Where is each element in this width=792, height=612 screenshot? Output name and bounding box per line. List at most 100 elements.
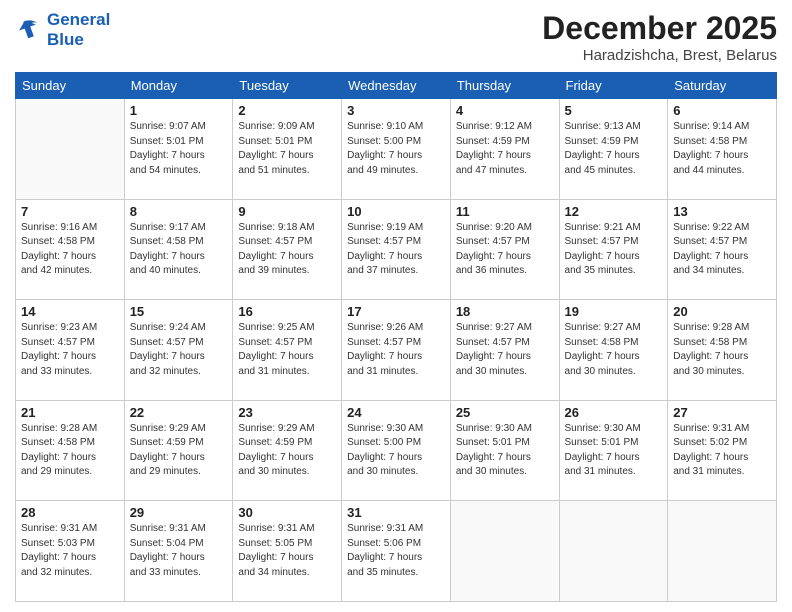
calendar-table: Sunday Monday Tuesday Wednesday Thursday…	[15, 72, 777, 602]
day-info: Sunrise: 9:13 AMSunset: 4:59 PMDaylight:…	[565, 120, 663, 178]
month-title: December 2025	[542, 10, 777, 47]
day-number: 18	[456, 304, 554, 319]
table-cell: 30 Sunrise: 9:31 AMSunset: 5:05 PMDayligh…	[233, 501, 342, 602]
table-cell: 27 Sunrise: 9:31 AMSunset: 5:02 PMDayligh…	[668, 400, 777, 501]
table-cell: 20 Sunrise: 9:28 AMSunset: 4:58 PMDayligh…	[668, 300, 777, 401]
location-subtitle: Haradzishcha, Brest, Belarus	[542, 47, 777, 64]
day-info: Sunrise: 9:29 AMSunset: 4:59 PMDaylight:…	[238, 422, 336, 480]
day-number: 28	[21, 505, 119, 520]
day-info: Sunrise: 9:14 AMSunset: 4:58 PMDaylight:…	[673, 120, 771, 178]
week-row-1: 1Sunrise: 9:07 AMSunset: 5:01 PMDaylight…	[16, 99, 777, 200]
day-number: 21	[21, 405, 119, 420]
day-info: Sunrise: 9:17 AMSunset: 4:58 PMDaylight:…	[130, 221, 228, 279]
header-friday: Friday	[559, 73, 668, 99]
table-cell: 16 Sunrise: 9:25 AMSunset: 4:57 PMDayligh…	[233, 300, 342, 401]
day-number: 10	[347, 204, 445, 219]
day-number: 14	[21, 304, 119, 319]
day-info: Sunrise: 9:26 AMSunset: 4:57 PMDaylight:…	[347, 321, 445, 379]
day-number: 22	[130, 405, 228, 420]
day-number: 30	[238, 505, 336, 520]
day-number: 12	[565, 204, 663, 219]
day-info: Sunrise: 9:12 AMSunset: 4:59 PMDaylight:…	[456, 120, 554, 178]
day-info: Sunrise: 9:30 AMSunset: 5:00 PMDaylight:…	[347, 422, 445, 480]
day-number: 13	[673, 204, 771, 219]
day-info: Sunrise: 9:29 AMSunset: 4:59 PMDaylight:…	[130, 422, 228, 480]
table-cell	[450, 501, 559, 602]
day-number: 23	[238, 405, 336, 420]
day-number: 3	[347, 103, 445, 118]
table-cell: 6 Sunrise: 9:14 AMSunset: 4:58 PMDaylight…	[668, 99, 777, 200]
calendar-header-row: Sunday Monday Tuesday Wednesday Thursday…	[16, 73, 777, 99]
header-wednesday: Wednesday	[342, 73, 451, 99]
table-cell: 9 Sunrise: 9:18 AMSunset: 4:57 PMDaylight…	[233, 199, 342, 300]
title-section: December 2025 Haradzishcha, Brest, Belar…	[542, 10, 777, 64]
day-number: 16	[238, 304, 336, 319]
table-cell: 2 Sunrise: 9:09 AMSunset: 5:01 PMDaylight…	[233, 99, 342, 200]
week-row-4: 21 Sunrise: 9:28 AMSunset: 4:58 PMDayligh…	[16, 400, 777, 501]
table-cell	[16, 99, 125, 200]
day-info: Sunrise: 9:09 AMSunset: 5:01 PMDaylight:…	[238, 120, 336, 178]
table-cell: 21 Sunrise: 9:28 AMSunset: 4:58 PMDayligh…	[16, 400, 125, 501]
day-info: Sunrise: 9:31 AMSunset: 5:02 PMDaylight:…	[673, 422, 771, 480]
table-cell: 25Sunrise: 9:30 AMSunset: 5:01 PMDayligh…	[450, 400, 559, 501]
day-info: Sunrise: 9:07 AMSunset: 5:01 PMDaylight:…	[130, 120, 228, 178]
day-number: 20	[673, 304, 771, 319]
day-number: 31	[347, 505, 445, 520]
day-info: Sunrise: 9:30 AMSunset: 5:01 PMDaylight:…	[565, 422, 663, 480]
table-cell: 11Sunrise: 9:20 AMSunset: 4:57 PMDayligh…	[450, 199, 559, 300]
table-cell: 29Sunrise: 9:31 AMSunset: 5:04 PMDayligh…	[124, 501, 233, 602]
day-number: 7	[21, 204, 119, 219]
day-info: Sunrise: 9:25 AMSunset: 4:57 PMDaylight:…	[238, 321, 336, 379]
table-cell: 1Sunrise: 9:07 AMSunset: 5:01 PMDaylight…	[124, 99, 233, 200]
table-cell: 26Sunrise: 9:30 AMSunset: 5:01 PMDayligh…	[559, 400, 668, 501]
day-info: Sunrise: 9:22 AMSunset: 4:57 PMDaylight:…	[673, 221, 771, 279]
day-number: 2	[238, 103, 336, 118]
day-info: Sunrise: 9:31 AMSunset: 5:03 PMDaylight:…	[21, 522, 119, 580]
day-info: Sunrise: 9:24 AMSunset: 4:57 PMDaylight:…	[130, 321, 228, 379]
week-row-5: 28 Sunrise: 9:31 AMSunset: 5:03 PMDayligh…	[16, 501, 777, 602]
day-info: Sunrise: 9:19 AMSunset: 4:57 PMDaylight:…	[347, 221, 445, 279]
day-number: 15	[130, 304, 228, 319]
day-info: Sunrise: 9:18 AMSunset: 4:57 PMDaylight:…	[238, 221, 336, 279]
day-info: Sunrise: 9:16 AMSunset: 4:58 PMDaylight:…	[21, 221, 119, 279]
day-info: Sunrise: 9:27 AMSunset: 4:58 PMDaylight:…	[565, 321, 663, 379]
day-info: Sunrise: 9:23 AMSunset: 4:57 PMDaylight:…	[21, 321, 119, 379]
day-info: Sunrise: 9:31 AMSunset: 5:05 PMDaylight:…	[238, 522, 336, 580]
table-cell: 4 Sunrise: 9:12 AMSunset: 4:59 PMDaylight…	[450, 99, 559, 200]
table-cell: 10 Sunrise: 9:19 AMSunset: 4:57 PMDayligh…	[342, 199, 451, 300]
logo: General Blue	[15, 10, 110, 49]
day-info: Sunrise: 9:27 AMSunset: 4:57 PMDaylight:…	[456, 321, 554, 379]
table-cell: 7 Sunrise: 9:16 AMSunset: 4:58 PMDaylight…	[16, 199, 125, 300]
day-number: 27	[673, 405, 771, 420]
table-cell: 23 Sunrise: 9:29 AMSunset: 4:59 PMDayligh…	[233, 400, 342, 501]
table-cell	[559, 501, 668, 602]
table-cell: 15 Sunrise: 9:24 AMSunset: 4:57 PMDayligh…	[124, 300, 233, 401]
day-number: 25	[456, 405, 554, 420]
table-cell: 12Sunrise: 9:21 AMSunset: 4:57 PMDayligh…	[559, 199, 668, 300]
day-number: 11	[456, 204, 554, 219]
day-number: 4	[456, 103, 554, 118]
day-info: Sunrise: 9:10 AMSunset: 5:00 PMDaylight:…	[347, 120, 445, 178]
day-number: 9	[238, 204, 336, 219]
day-number: 17	[347, 304, 445, 319]
day-number: 24	[347, 405, 445, 420]
page: General Blue December 2025 Haradzishcha,…	[0, 0, 792, 612]
table-cell: 19Sunrise: 9:27 AMSunset: 4:58 PMDayligh…	[559, 300, 668, 401]
table-cell: 24 Sunrise: 9:30 AMSunset: 5:00 PMDayligh…	[342, 400, 451, 501]
week-row-3: 14 Sunrise: 9:23 AMSunset: 4:57 PMDayligh…	[16, 300, 777, 401]
day-number: 6	[673, 103, 771, 118]
logo-icon	[15, 16, 43, 44]
header-sunday: Sunday	[16, 73, 125, 99]
table-cell: 14 Sunrise: 9:23 AMSunset: 4:57 PMDayligh…	[16, 300, 125, 401]
day-info: Sunrise: 9:28 AMSunset: 4:58 PMDaylight:…	[21, 422, 119, 480]
table-cell: 13 Sunrise: 9:22 AMSunset: 4:57 PMDayligh…	[668, 199, 777, 300]
day-number: 5	[565, 103, 663, 118]
header: General Blue December 2025 Haradzishcha,…	[15, 10, 777, 64]
table-cell: 31Sunrise: 9:31 AMSunset: 5:06 PMDayligh…	[342, 501, 451, 602]
week-row-2: 7 Sunrise: 9:16 AMSunset: 4:58 PMDaylight…	[16, 199, 777, 300]
day-info: Sunrise: 9:31 AMSunset: 5:04 PMDaylight:…	[130, 522, 228, 580]
day-info: Sunrise: 9:28 AMSunset: 4:58 PMDaylight:…	[673, 321, 771, 379]
header-saturday: Saturday	[668, 73, 777, 99]
table-cell: 18 Sunrise: 9:27 AMSunset: 4:57 PMDayligh…	[450, 300, 559, 401]
table-cell: 5 Sunrise: 9:13 AMSunset: 4:59 PMDaylight…	[559, 99, 668, 200]
